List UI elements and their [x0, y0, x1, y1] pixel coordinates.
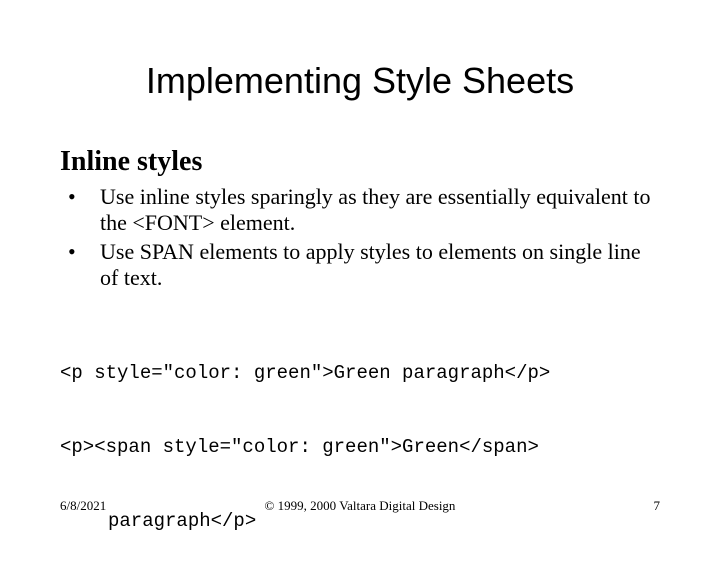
code-block: <p style="color: green">Green paragraph<…: [60, 312, 660, 583]
slide-subheading: Inline styles: [60, 146, 660, 178]
bullet-item: Use SPAN elements to apply styles to ele…: [84, 239, 660, 292]
slide-footer: 6/8/2021 © 1999, 2000 Valtara Digital De…: [60, 498, 660, 514]
slide-title: Implementing Style Sheets: [60, 60, 660, 102]
footer-copyright: © 1999, 2000 Valtara Digital Design: [60, 498, 660, 514]
bullet-list: Use inline styles sparingly as they are …: [60, 184, 660, 292]
bullet-item: Use inline styles sparingly as they are …: [84, 184, 660, 237]
code-line: <p><span style="color: green">Green</spa…: [60, 435, 660, 460]
code-line: <p style="color: green">Green paragraph<…: [60, 361, 660, 386]
slide: Implementing Style Sheets Inline styles …: [0, 0, 720, 540]
